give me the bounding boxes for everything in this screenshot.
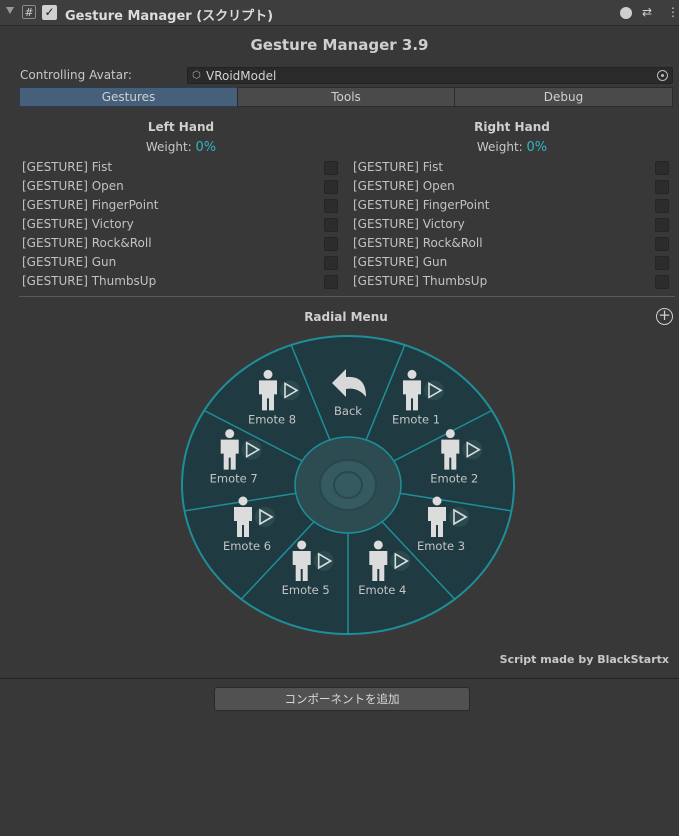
radial-slot-label: Emote 3: [417, 539, 465, 553]
radial-menu-wheel: Back Emote 1 Emote 2 Emote 3 Emote 4 Emote 5 E…: [181, 335, 515, 635]
radial-slot-label: Emote 4: [358, 583, 406, 597]
tab-gestures[interactable]: Gestures: [19, 87, 238, 107]
tab-tools[interactable]: Tools: [237, 87, 455, 107]
gesture-label: [GESTURE] Open: [22, 179, 124, 193]
gesture-checkbox[interactable]: [324, 161, 338, 175]
divider: [0, 678, 679, 679]
gesture-checkbox[interactable]: [324, 275, 338, 289]
radial-slot-label: Emote 7: [210, 472, 258, 486]
radial-menu-title: Radial Menu: [304, 310, 388, 324]
center-knob: [319, 459, 377, 511]
radial-slot-label: Emote 1: [392, 412, 440, 426]
radial-slot-label: Emote 5: [282, 583, 330, 597]
component-header: # ✓ Gesture Manager (スクリプト) ? ⇄ ⋮: [0, 0, 679, 26]
gesture-checkbox[interactable]: [655, 161, 669, 175]
radial-slot-label: Back: [334, 404, 362, 418]
left-hand-title: Left Hand: [147, 120, 215, 134]
page-title: Gesture Manager 3.9: [250, 36, 429, 54]
gesture-label: [GESTURE] Rock&Roll: [353, 236, 483, 250]
gesture-label: [GESTURE] ThumbsUp: [22, 274, 157, 288]
divider: [19, 296, 675, 297]
gesture-label: [GESTURE] Gun: [22, 255, 117, 269]
add-component-button[interactable]: コンポーネントを追加: [214, 687, 470, 711]
right-hand-weight: Weight: 0%: [352, 140, 672, 155]
weight-label: Weight:: [476, 140, 523, 154]
enabled-checkbox[interactable]: ✓: [42, 5, 57, 20]
gesture-label: [GESTURE] Victory: [353, 217, 465, 231]
gesture-label: [GESTURE] Victory: [22, 217, 134, 231]
left-hand-weight: Weight: 0%: [21, 140, 341, 155]
radial-slot-label: Emote 8: [248, 412, 296, 426]
gesture-label: [GESTURE] Rock&Roll: [22, 236, 152, 250]
gesture-checkbox[interactable]: [324, 218, 338, 232]
gesture-checkbox[interactable]: [655, 180, 669, 194]
gesture-checkbox[interactable]: [655, 218, 669, 232]
gesture-label: [GESTURE] FingerPoint: [353, 198, 490, 212]
controlling-avatar-label: Controlling Avatar:: [20, 68, 132, 82]
add-icon[interactable]: +: [656, 308, 673, 325]
gesture-checkbox[interactable]: [655, 275, 669, 289]
right-hand-title: Right Hand: [474, 120, 550, 134]
radial-slot-label: Emote 6: [223, 539, 271, 553]
help-icon[interactable]: ?: [620, 7, 632, 19]
gesture-checkbox[interactable]: [655, 199, 669, 213]
gesture-checkbox[interactable]: [324, 256, 338, 270]
radial-slot-label: Emote 2: [430, 472, 478, 486]
gesture-checkbox[interactable]: [655, 237, 669, 251]
script-icon: #: [22, 5, 36, 19]
gesture-label: [GESTURE] FingerPoint: [22, 198, 159, 212]
gesture-checkbox[interactable]: [655, 256, 669, 270]
gesture-label: [GESTURE] Open: [353, 179, 455, 193]
cube-icon: ⬡: [192, 70, 201, 81]
presets-icon[interactable]: ⇄: [642, 5, 652, 19]
gesture-checkbox[interactable]: [324, 199, 338, 213]
gesture-label: [GESTURE] Fist: [353, 160, 444, 174]
weight-value: 0%: [526, 140, 548, 155]
gesture-checkbox[interactable]: [324, 180, 338, 194]
controlling-avatar-field[interactable]: ⬡ VRoidModel: [187, 67, 673, 84]
gesture-label: [GESTURE] Gun: [353, 255, 448, 269]
controlling-avatar-value: VRoidModel: [206, 69, 277, 83]
more-icon[interactable]: ⋮: [667, 5, 679, 19]
tab-debug[interactable]: Debug: [454, 87, 673, 107]
gesture-checkbox[interactable]: [324, 237, 338, 251]
gesture-label: [GESTURE] Fist: [22, 160, 113, 174]
gesture-label: [GESTURE] ThumbsUp: [353, 274, 488, 288]
object-picker-icon[interactable]: [657, 70, 668, 81]
weight-label: Weight:: [145, 140, 192, 154]
credit-text: Script made by BlackStartx: [499, 653, 669, 666]
weight-value: 0%: [195, 140, 217, 155]
foldout-arrow-icon[interactable]: [6, 7, 14, 14]
component-title: Gesture Manager (スクリプト): [65, 9, 274, 24]
